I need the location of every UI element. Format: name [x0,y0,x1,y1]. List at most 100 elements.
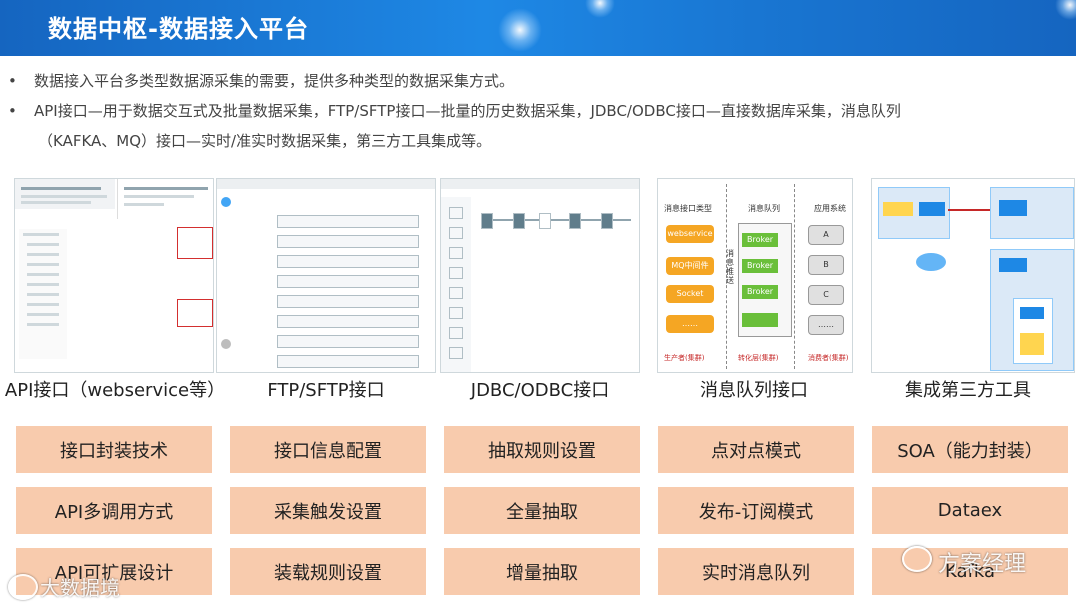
form-input[interactable] [277,275,419,288]
bullet-mark: • [8,102,17,120]
mq-footer: 生产者(集群) [664,354,705,362]
tool-icon[interactable] [449,327,463,339]
tool-icon[interactable] [449,227,463,239]
program-box [883,202,913,216]
feature-box: 点对点模式 [658,426,854,473]
form-input[interactable] [277,235,419,248]
mq-footer: 转化层(集群) [738,354,779,362]
text-line [124,195,194,198]
mq-footer: 消费者(集群) [808,354,849,362]
tool-icon[interactable] [449,307,463,319]
window-titlebar [217,179,435,189]
form-input[interactable] [277,355,419,368]
screenshot-header [15,179,115,209]
bullet-text: 数据接入平台多类型数据源采集的需要，提供多种类型的数据采集方式。 [34,72,515,90]
maptask-box [1020,333,1044,355]
divider [794,184,795,369]
tool-icon[interactable] [449,207,463,219]
jdbc-screenshot [440,178,640,373]
form-input[interactable] [277,335,419,348]
tool-icon[interactable] [449,267,463,279]
tree-line [27,293,59,296]
feature-box: 接口封装技术 [16,426,212,473]
api-screenshot [14,178,214,373]
child-box [1020,307,1044,319]
consumer-box: C [808,285,844,305]
feature-box: 发布-订阅模式 [658,487,854,534]
broker-box: Broker [742,285,778,299]
flow-arrow [948,209,990,211]
callout-box [177,227,213,259]
producer-box: Socket [666,285,714,303]
mq-col-header: 应用系统 [814,204,846,213]
feature-box: 装载规则设置 [230,548,426,595]
bullet-text: API接口—用于数据交互式及批量数据采集，FTP/SFTP接口—批量的历史数据采… [34,102,901,120]
api-list [73,219,183,369]
text-line [124,203,164,206]
watermark-right: 方案经理 [938,552,1027,577]
form-input[interactable] [277,255,419,268]
tree-line [27,283,59,286]
toolbox-panel [441,197,471,372]
page-title: 数据中枢-数据接入平台 [48,15,309,43]
flow-node[interactable] [601,213,613,229]
consumer-box: A [808,225,844,245]
bullet-mark: • [8,72,17,90]
column-title: FTP/SFTP接口 [267,380,385,401]
tool-icon[interactable] [449,287,463,299]
producer-box: MQ中间件 [666,257,714,275]
flow-node[interactable] [513,213,525,229]
flow-node[interactable] [539,213,551,229]
tree-line [23,233,59,236]
broker-box [742,313,778,327]
feature-box: Dataex [872,487,1068,534]
tree-panel [19,229,67,359]
tree-line [27,263,59,266]
jobclient-box [919,202,945,216]
column-title: API接口（webservice等） [4,380,226,401]
flow-node[interactable] [481,213,493,229]
push-label: 消息推送 [726,249,734,285]
form-input[interactable] [277,215,419,228]
step-icon [221,339,231,349]
third-party-diagram [871,178,1075,373]
banner-glow [1055,0,1076,20]
bullet-text-continued: （KAFKA、MQ）接口—实时/准实时数据采集，第三方工具集成等。 [38,132,492,150]
flow-node[interactable] [569,213,581,229]
form-input[interactable] [277,295,419,308]
feature-box: 全量抽取 [444,487,640,534]
feature-box: 接口信息配置 [230,426,426,473]
watermark-left: 大数据境 [40,576,120,600]
window-titlebar [441,179,639,189]
consumer-box: B [808,255,844,275]
banner-glow [498,8,542,52]
feature-box: 抽取规则设置 [444,426,640,473]
banner-glow [585,0,615,18]
text-line [21,195,107,198]
broker-box: Broker [742,233,778,247]
tasktracker-box [999,258,1027,272]
broker-box: Broker [742,259,778,273]
tree-line [27,303,59,306]
client-node [878,187,950,239]
feature-box: 增量抽取 [444,548,640,595]
text-line [21,187,101,190]
column-title: 消息队列接口 [700,380,808,401]
step-icon [221,197,231,207]
ftp-screenshot [216,178,436,373]
tasktracker-node [990,249,1074,371]
mq-diagram: 消息接口类型 消息队列 应用系统 webservice MQ中间件 Socket… [657,178,853,373]
text-line [21,201,91,204]
text-line [124,187,208,190]
tool-icon[interactable] [449,247,463,259]
form-input[interactable] [277,315,419,328]
tree-line [27,323,59,326]
tree-line [27,313,59,316]
jobtracker-box [999,200,1027,216]
feature-box: SOA（能力封装） [872,426,1068,473]
tree-line [27,253,59,256]
logo-icon [8,574,38,600]
jobtracker-node [990,187,1074,239]
child-jvm [1013,298,1053,364]
tool-icon[interactable] [449,347,463,359]
